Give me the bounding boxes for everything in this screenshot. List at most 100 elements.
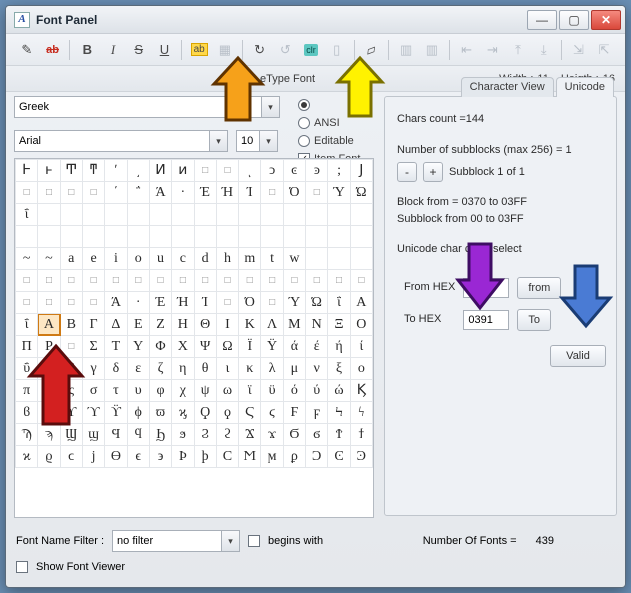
font-type-radio-ansi[interactable]: ANSI <box>298 114 388 132</box>
expand-h-button[interactable]: ⇱ <box>593 39 615 61</box>
char-cell[interactable]: Ͱ <box>16 160 38 182</box>
char-cell[interactable]: Ί <box>194 292 216 314</box>
char-cell[interactable]: □ <box>38 292 60 314</box>
char-cell[interactable]: Ϋ <box>261 336 283 358</box>
char-cell[interactable]: t <box>261 248 283 270</box>
to-button[interactable]: To <box>517 309 551 331</box>
char-cell[interactable] <box>60 226 82 248</box>
char-cell[interactable] <box>60 204 82 226</box>
shift-left-button[interactable]: ⇤ <box>456 39 478 61</box>
char-cell[interactable]: ϫ <box>261 424 283 446</box>
from-button[interactable]: from <box>517 277 561 299</box>
char-cell[interactable]: ζ <box>149 358 171 380</box>
char-cell[interactable]: ΅ <box>127 182 149 204</box>
char-cell[interactable]: ρ <box>38 380 60 402</box>
char-cell[interactable] <box>105 226 127 248</box>
char-cell[interactable] <box>172 226 194 248</box>
italic-button[interactable]: I <box>102 39 124 61</box>
char-cell[interactable] <box>350 204 372 226</box>
char-cell[interactable]: Γ <box>82 314 104 336</box>
subblock-prev-button[interactable]: - <box>397 162 417 182</box>
tab-character-view[interactable]: Character View <box>461 77 554 97</box>
char-cell[interactable]: λ <box>261 358 283 380</box>
char-cell[interactable] <box>306 248 328 270</box>
char-cell[interactable]: Ϭ <box>283 424 305 446</box>
char-cell[interactable]: □ <box>194 160 216 182</box>
font-name-dropdown-button[interactable]: ▾ <box>210 130 228 152</box>
char-cell[interactable]: ϲ <box>60 446 82 468</box>
char-cell[interactable]: ή <box>328 336 350 358</box>
char-cell[interactable]: ϒ <box>60 402 82 424</box>
char-cell[interactable]: □ <box>306 182 328 204</box>
char-cell[interactable]: Μ <box>283 314 305 336</box>
char-cell[interactable]: Ψ <box>194 336 216 358</box>
tab-unicode[interactable]: Unicode <box>556 77 614 97</box>
char-cell[interactable] <box>306 226 328 248</box>
char-cell[interactable]: ψ <box>194 380 216 402</box>
char-cell[interactable]: ϻ <box>261 446 283 468</box>
font-size-dropdown-button[interactable]: ▾ <box>260 130 278 152</box>
char-cell[interactable]: ϳ <box>82 446 104 468</box>
char-cell[interactable]: ~ <box>38 248 60 270</box>
subset-input[interactable] <box>14 96 262 118</box>
char-cell[interactable]: ϔ <box>105 402 127 424</box>
char-cell[interactable]: ϶ <box>149 446 171 468</box>
char-cell[interactable]: Ͼ <box>328 446 350 468</box>
char-cell[interactable]: □ <box>60 270 82 292</box>
char-cell[interactable]: θ <box>194 358 216 380</box>
char-cell[interactable]: Α <box>350 292 372 314</box>
char-cell[interactable]: ϥ <box>127 424 149 446</box>
char-cell[interactable]: □ <box>261 270 283 292</box>
char-cell[interactable]: Ω <box>216 336 238 358</box>
collapse-h-button[interactable]: ⇲ <box>568 39 590 61</box>
char-cell[interactable]: ϯ <box>350 424 372 446</box>
char-cell[interactable]: Θ <box>194 314 216 336</box>
char-cell[interactable]: ͼ <box>283 160 305 182</box>
char-cell[interactable]: □ <box>16 182 38 204</box>
char-cell[interactable]: □ <box>60 336 82 358</box>
char-cell[interactable]: Χ <box>172 336 194 358</box>
char-cell[interactable]: Ι <box>216 314 238 336</box>
char-cell[interactable]: a <box>60 248 82 270</box>
char-cell[interactable]: Ϡ <box>16 424 38 446</box>
char-cell[interactable]: □ <box>306 270 328 292</box>
char-cell[interactable]: Ͳ <box>60 160 82 182</box>
char-cell[interactable]: Ϧ <box>149 424 171 446</box>
char-cell[interactable]: · <box>127 292 149 314</box>
char-cell[interactable]: □ <box>82 292 104 314</box>
char-cell[interactable]: □ <box>16 292 38 314</box>
char-cell[interactable]: ν <box>306 358 328 380</box>
char-cell[interactable]: Ϗ <box>350 380 372 402</box>
char-cell[interactable]: Ͷ <box>149 160 171 182</box>
char-cell[interactable] <box>16 226 38 248</box>
char-cell[interactable]: Ϣ <box>60 424 82 446</box>
char-cell[interactable]: ; <box>328 160 350 182</box>
char-cell[interactable]: Ϸ <box>172 446 194 468</box>
char-cell[interactable] <box>239 204 261 226</box>
char-cell[interactable] <box>127 226 149 248</box>
char-cell[interactable]: β <box>60 358 82 380</box>
char-cell[interactable] <box>82 226 104 248</box>
char-cell[interactable]: □ <box>38 270 60 292</box>
char-cell[interactable]: Ζ <box>149 314 171 336</box>
char-cell[interactable]: ι <box>216 358 238 380</box>
char-cell[interactable] <box>328 248 350 270</box>
char-cell[interactable]: □ <box>194 270 216 292</box>
char-cell[interactable] <box>194 226 216 248</box>
char-cell[interactable]: ϝ <box>306 402 328 424</box>
char-cell[interactable]: Φ <box>149 336 171 358</box>
char-cell[interactable]: □ <box>16 270 38 292</box>
char-cell[interactable]: κ <box>239 358 261 380</box>
char-cell[interactable]: · <box>172 182 194 204</box>
char-cell[interactable]: ϱ <box>38 446 60 468</box>
char-cell[interactable]: η <box>172 358 194 380</box>
highlight-ab-button[interactable]: ab <box>188 39 210 61</box>
char-cell[interactable]: Η <box>172 314 194 336</box>
char-cell[interactable]: Ά <box>149 182 171 204</box>
character-grid[interactable]: ͰͱͲͳʹ͵Ͷͷ□□ͺͻͼͽ;Ϳ□□□□΄΅Ά·ΈΉΊ□Ό□ΎΏΐ~~aeiou… <box>14 158 374 518</box>
char-cell[interactable]: ϊ <box>239 380 261 402</box>
char-cell[interactable]: □ <box>149 270 171 292</box>
char-cell[interactable]: Ό <box>239 292 261 314</box>
char-cell[interactable]: Ή <box>172 292 194 314</box>
font-size-input[interactable] <box>236 130 260 152</box>
